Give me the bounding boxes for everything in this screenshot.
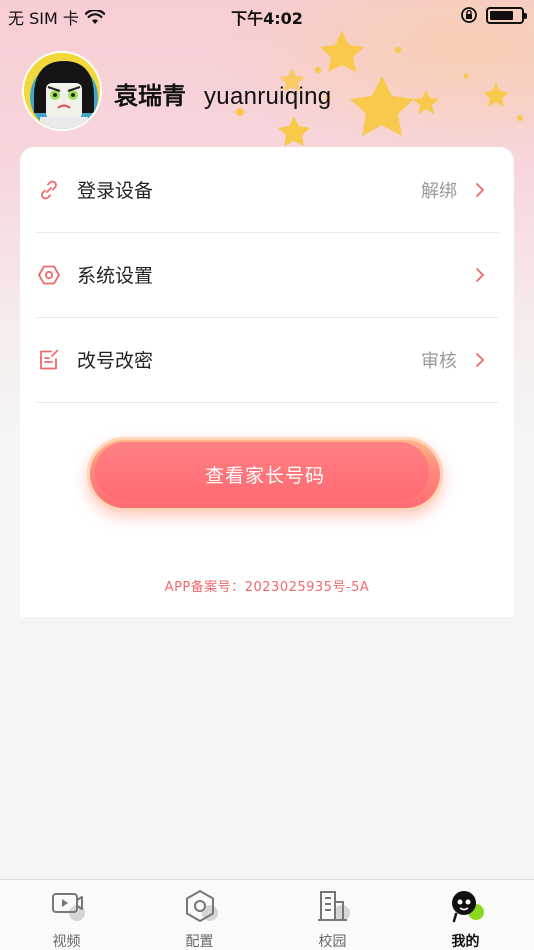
video-icon [51, 893, 85, 921]
menu-label: 改号改密 [77, 350, 154, 372]
menu-label: 登录设备 [77, 180, 154, 202]
view-parent-number-button[interactable]: 查看家长号码 [87, 437, 443, 511]
user-name-en: yuanruiqing [204, 83, 332, 110]
chevron-right-icon [476, 268, 485, 282]
status-bar: 无 SIM 卡 下午4:02 [0, 0, 534, 30]
menu-item-login-devices[interactable]: 登录设备 解绑 [35, 147, 499, 233]
tab-label: 我的 [451, 934, 480, 950]
icp-filing-text: APP备案号：2023025935号-5A [164, 580, 370, 595]
profile-face-icon [451, 891, 484, 923]
chevron-right-icon [476, 183, 485, 197]
rotation-lock-icon [461, 7, 477, 23]
hexagon-icon [185, 890, 218, 922]
battery-icon [486, 6, 527, 24]
user-name-cn: 袁瑞青 [114, 82, 186, 110]
building-icon [317, 891, 350, 921]
review-action[interactable]: 审核 [421, 347, 457, 373]
tab-label: 校园 [318, 934, 347, 950]
tab-config[interactable]: 配置 [133, 880, 266, 950]
tab-label: 视频 [52, 934, 81, 950]
tab-campus[interactable]: 校园 [266, 880, 399, 950]
tab-mine[interactable]: 我的 [399, 880, 532, 950]
menu-item-system-settings[interactable]: 系统设置 [35, 232, 499, 318]
tab-bar: 视频 配置 校园 我的 [0, 879, 534, 950]
battery-level [490, 10, 513, 20]
tab-label: 配置 [185, 934, 214, 950]
link-icon [41, 180, 57, 200]
hexagon-settings-icon [38, 265, 60, 285]
button-label: 查看家长号码 [204, 464, 325, 487]
settings-card: 登录设备 解绑 系统设置 改号改密 审核 查看家长号码 APP备案号：20230… [20, 147, 514, 617]
status-right [460, 6, 527, 24]
chevron-right-icon [476, 353, 485, 367]
edit-note-icon [40, 349, 59, 370]
menu-label: 系统设置 [77, 265, 154, 287]
status-time: 下午4:02 [231, 9, 303, 28]
user-name: 袁瑞青 yuanruiqing [114, 76, 331, 111]
menu-item-change-account[interactable]: 改号改密 审核 [35, 317, 499, 403]
unbind-action[interactable]: 解绑 [421, 177, 457, 203]
tab-video[interactable]: 视频 [0, 880, 133, 950]
avatar[interactable] [22, 51, 102, 131]
